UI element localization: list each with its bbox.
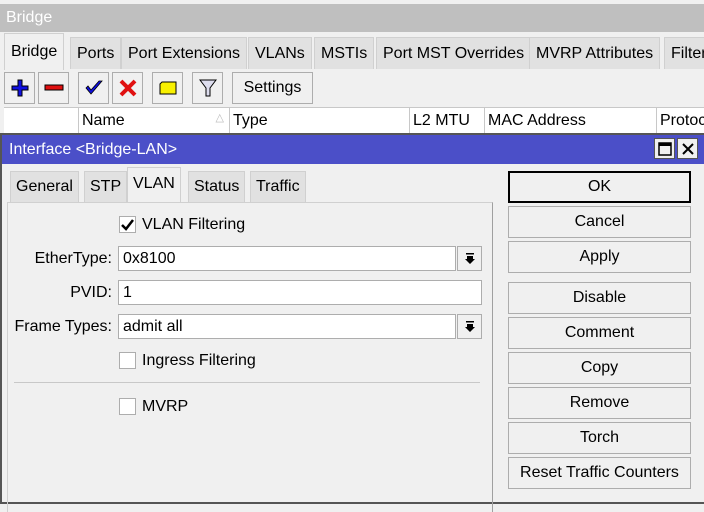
ingress-filtering-checkbox[interactable] [119,352,136,369]
ok-button[interactable]: OK [508,171,691,203]
close-icon [681,142,694,155]
settings-button[interactable]: Settings [232,72,313,104]
dropdown-arrow-icon [464,320,475,332]
tab-mstis[interactable]: MSTIs [314,37,375,69]
tab-ports[interactable]: Ports [70,37,122,69]
tab-general[interactable]: General [10,171,79,202]
tab-port-mst-overrides[interactable]: Port MST Overrides [376,37,532,69]
tab-bridge[interactable]: Bridge [4,33,65,70]
column-header-l2mtu[interactable]: L2 MTU [410,108,485,135]
frame-types-field[interactable]: admit all [118,314,456,339]
enable-button[interactable] [78,72,109,104]
filter-icon [198,79,217,97]
frame-types-dropdown-button[interactable] [457,314,482,339]
mvrp-checkbox[interactable] [119,398,136,415]
filter-button[interactable] [192,72,223,104]
apply-button[interactable]: Apply [508,241,691,273]
pvid-field[interactable]: 1 [118,280,482,305]
disable-button[interactable] [112,72,143,104]
tab-port-extensions[interactable]: Port Extensions [121,37,248,69]
tab-status[interactable]: Status [188,171,246,202]
enable-icon [84,80,103,95]
sort-icon: △ [215,112,224,124]
tab-stp[interactable]: STP [84,171,128,202]
cancel-button[interactable]: Cancel [508,206,691,238]
section-divider [14,382,480,383]
mvrp-label: MVRP [142,398,189,415]
maximize-icon [657,141,672,156]
comment-button[interactable] [152,72,183,104]
torch-button[interactable]: Torch [508,422,691,454]
comment-button-dialog[interactable]: Comment [508,317,691,349]
vlan-filtering-label: VLAN Filtering [142,216,246,233]
ingress-filtering-label: Ingress Filtering [142,352,256,369]
copy-button[interactable]: Copy [508,352,691,384]
remove-button[interactable] [38,72,69,104]
bridge-window-title: Bridge [0,4,704,32]
remove-icon [44,84,63,91]
remove-button-dialog[interactable]: Remove [508,387,691,419]
dialog-title-bar[interactable]: Interface <Bridge-LAN> [2,135,704,164]
tab-filters[interactable]: Filters [664,37,704,69]
frame-types-label: Frame Types: [14,318,112,335]
comment-icon [159,81,176,95]
column-header-flags[interactable] [4,108,79,135]
close-button[interactable] [677,138,698,159]
dialog-title: Interface <Bridge-LAN> [9,141,178,158]
column-header-mac-address[interactable]: MAC Address [485,108,657,135]
checkmark-icon [121,218,134,231]
column-header-type[interactable]: Type [230,108,410,135]
tab-mvrp-attributes[interactable]: MVRP Attributes [529,37,661,69]
table-header: Name△ Type L2 MTU MAC Address Protocol [4,107,704,135]
column-header-protocol[interactable]: Protocol [657,108,704,135]
ethertype-dropdown-button[interactable] [457,246,482,271]
maximize-button[interactable] [654,138,675,159]
ethertype-label: EtherType: [34,250,112,267]
disable-icon [119,79,136,97]
dropdown-arrow-icon [464,252,475,264]
pvid-label: PVID: [70,284,112,301]
column-header-name[interactable]: Name △ [79,108,230,135]
add-icon [11,79,28,97]
tab-vlans[interactable]: VLANs [248,37,312,69]
tab-traffic[interactable]: Traffic [250,171,306,202]
disable-button-dialog[interactable]: Disable [508,282,691,314]
add-button[interactable] [4,72,35,104]
ethertype-field[interactable]: 0x8100 [118,246,456,271]
tab-vlan[interactable]: VLAN [127,167,181,203]
vlan-filtering-checkbox[interactable] [119,216,136,233]
reset-traffic-counters-button[interactable]: Reset Traffic Counters [508,457,691,489]
